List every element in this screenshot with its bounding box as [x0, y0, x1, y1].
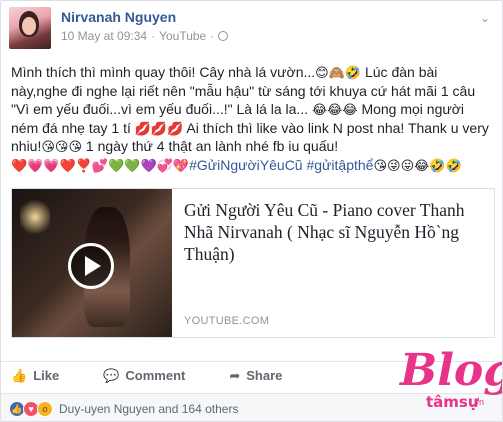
watermark-big: Blog [400, 345, 503, 396]
hashtag-link[interactable]: #GửiNgườiYêuCũ [189, 157, 303, 173]
watermark-logo: Blog tâmsự .vn [396, 345, 502, 419]
link-domain: YOUTUBE.COM [184, 315, 270, 327]
thumbnail-lamp [20, 197, 50, 237]
post-subline: 10 May at 09:34 · YouTube · [61, 29, 229, 43]
hashtag-link[interactable]: #gửitậpthể [306, 157, 373, 173]
share-label: Share [246, 368, 283, 383]
comment-button[interactable]: 💬 Comment [103, 368, 185, 384]
video-thumbnail[interactable] [12, 189, 172, 337]
link-info[interactable]: Gửi Người Yêu Cũ - Piano cover Thanh Nhã… [172, 189, 494, 337]
globe-icon [218, 31, 229, 41]
meta-separator: · [151, 29, 156, 43]
watermark-small: tâmsự [426, 393, 479, 411]
link-preview[interactable]: Gửi Người Yêu Cũ - Piano cover Thanh Nhã… [11, 188, 495, 338]
comment-icon: 💬 [103, 367, 120, 383]
author-avatar[interactable] [9, 7, 51, 49]
post-header: Nirvanah Nguyen 10 May at 09:34 · YouTub… [9, 7, 229, 53]
comment-label: Comment [125, 368, 186, 383]
post-source[interactable]: YouTube [159, 29, 206, 43]
post-text: Mình thích thì mình quay thôi! Cây nhà l… [11, 63, 495, 174]
like-button[interactable]: 👍 Like [11, 368, 59, 384]
emoji-icon: 💋💋💋 [134, 120, 184, 136]
link-title[interactable]: Gửi Người Yêu Cũ - Piano cover Thanh Nhã… [184, 199, 482, 265]
post-text-segment: 1 ngày thứ 4 thật an lành nhé fb iu quấu… [82, 138, 339, 154]
meta-separator: · [210, 29, 215, 43]
chevron-down-icon[interactable]: ⌄ [480, 11, 490, 25]
watermark-suffix: .vn [472, 397, 485, 407]
share-icon: ➦ [229, 367, 241, 383]
post-card: Nirvanah Nguyen 10 May at 09:34 · YouTub… [0, 0, 503, 422]
wow-reaction-icon: o [37, 400, 53, 417]
emoji-icon: 😂😂😂 [311, 102, 358, 117]
post-meta: Nirvanah Nguyen 10 May at 09:34 · YouTub… [61, 7, 229, 43]
emoji-icon: ❤️💗💗❤️❣️💕💚💚💜💞💖 [11, 157, 190, 173]
reactions-summary[interactable]: Duy-uyen Nguyen and 164 others [59, 402, 238, 416]
post-text-segment: Mình thích thì mình quay thôi! Cây nhà l… [11, 64, 316, 80]
emoji-icon: 😘😘😘 [41, 139, 83, 154]
emoji-icon: 😊🙈🤣 [315, 65, 362, 80]
thumbs-up-icon: 👍 [11, 367, 28, 383]
play-icon[interactable] [68, 243, 114, 289]
emoji-icon: 😘😜😛😂🤣🤣 [373, 157, 462, 173]
like-label: Like [33, 368, 60, 383]
post-timestamp[interactable]: 10 May at 09:34 [61, 29, 147, 43]
share-button[interactable]: ➦ Share [229, 368, 282, 384]
author-name[interactable]: Nirvanah Nguyen [61, 9, 228, 25]
